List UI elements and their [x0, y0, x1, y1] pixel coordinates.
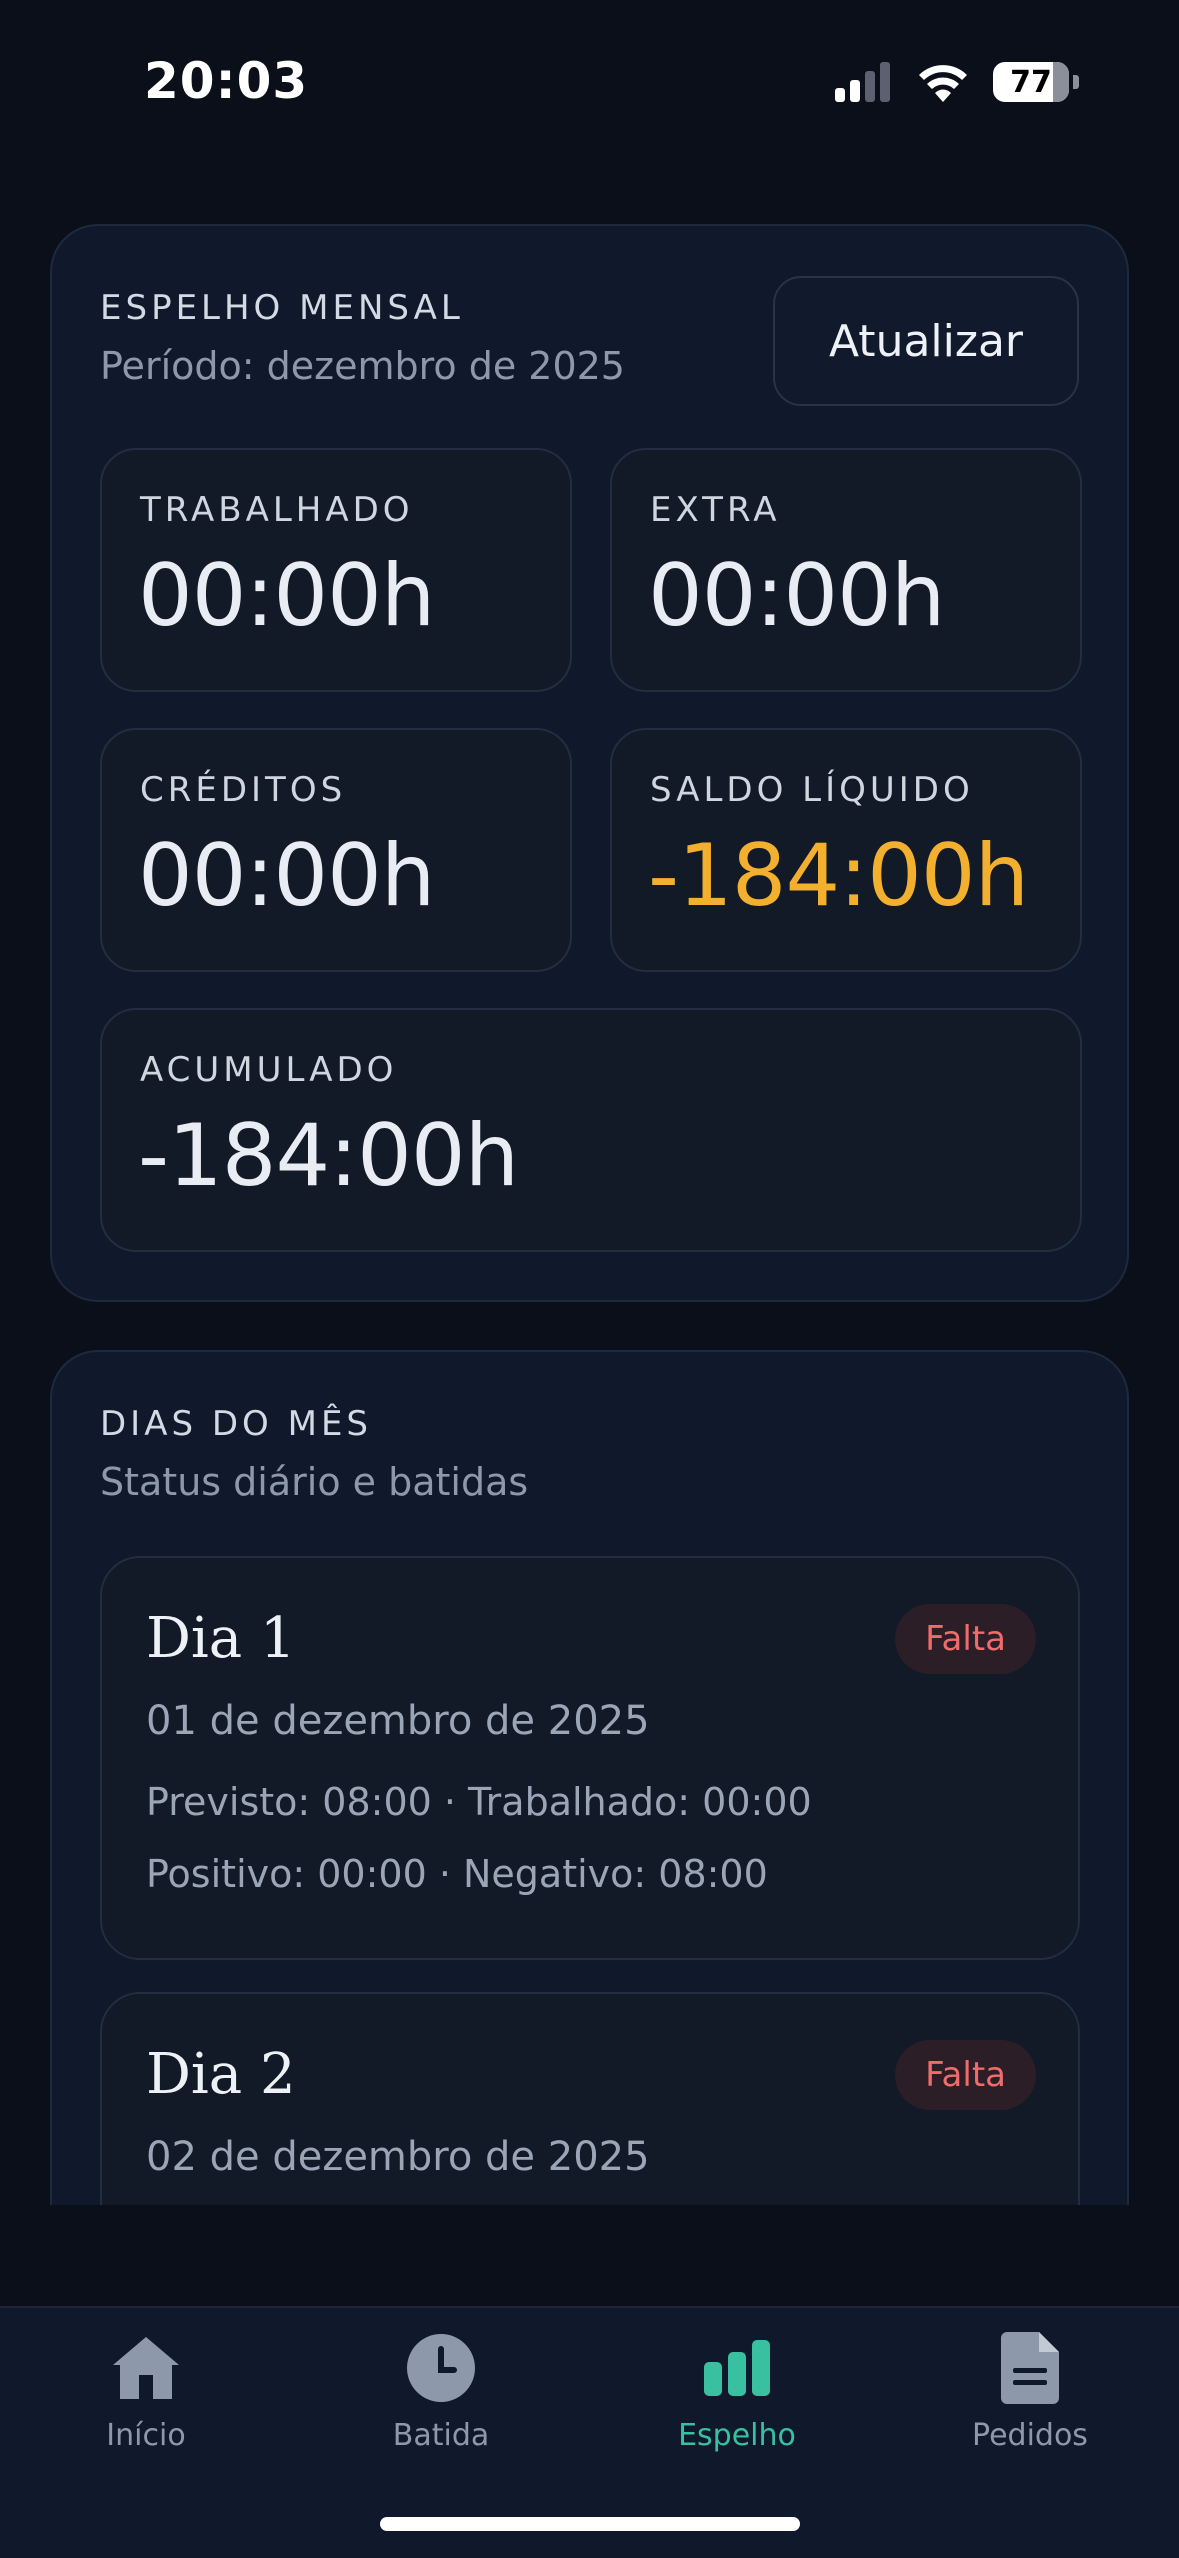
summary-period: Período: dezembro de 2025	[100, 344, 625, 388]
scroll-content[interactable]: ESPELHO MENSAL Período: dezembro de 2025…	[0, 150, 1179, 2205]
stat-label: SALDO LÍQUIDO	[650, 770, 974, 810]
stat-value: -184:00h	[648, 826, 1029, 926]
monthly-summary-card: ESPELHO MENSAL Período: dezembro de 2025…	[50, 224, 1129, 1302]
tab-batida[interactable]: Batida	[331, 2328, 551, 2453]
stat-worked: TRABALHADO 00:00h	[100, 448, 572, 692]
summary-title: ESPELHO MENSAL	[100, 288, 464, 328]
document-icon	[990, 2328, 1070, 2408]
status-icons: 77	[835, 62, 1079, 102]
status-badge: Falta	[895, 2040, 1036, 2110]
stat-label: CRÉDITOS	[140, 770, 347, 810]
refresh-button[interactable]: Atualizar	[773, 276, 1079, 406]
stat-credits: CRÉDITOS 00:00h	[100, 728, 572, 972]
cellular-signal-icon	[835, 62, 890, 102]
tab-label: Pedidos	[972, 2418, 1088, 2453]
status-badge: Falta	[895, 1604, 1036, 1674]
status-bar: 20:03 77	[0, 0, 1179, 150]
home-indicator[interactable]	[380, 2517, 800, 2531]
stat-value: -184:00h	[138, 1106, 519, 1206]
days-section-subtitle: Status diário e batidas	[100, 1460, 529, 1504]
day-date: 01 de dezembro de 2025	[146, 1698, 650, 1744]
stat-net-balance: SALDO LÍQUIDO -184:00h	[610, 728, 1082, 972]
day-card[interactable]: Dia 2 Falta 02 de dezembro de 2025	[100, 1992, 1080, 2205]
day-positive-negative: Positivo: 00:00 · Negativo: 08:00	[146, 1852, 768, 1896]
stat-value: 00:00h	[138, 826, 435, 926]
stat-accumulated: ACUMULADO -184:00h	[100, 1008, 1082, 1252]
tab-pedidos[interactable]: Pedidos	[920, 2328, 1140, 2453]
status-time: 20:03	[144, 52, 309, 110]
stat-extra: EXTRA 00:00h	[610, 448, 1082, 692]
tab-espelho[interactable]: Espelho	[627, 2328, 847, 2453]
stat-label: EXTRA	[650, 490, 781, 530]
day-date: 02 de dezembro de 2025	[146, 2134, 650, 2180]
day-title: Dia 2	[146, 2042, 296, 2107]
days-of-month-card: DIAS DO MÊS Status diário e batidas Dia …	[50, 1350, 1129, 2205]
wifi-icon	[919, 65, 967, 102]
tab-inicio[interactable]: Início	[36, 2328, 256, 2453]
clock-icon	[401, 2328, 481, 2408]
tab-label: Espelho	[678, 2418, 796, 2453]
stat-value: 00:00h	[648, 546, 945, 646]
bar-chart-icon	[697, 2328, 777, 2408]
tab-label: Batida	[392, 2418, 490, 2453]
days-section-title: DIAS DO MÊS	[100, 1404, 373, 1444]
day-card[interactable]: Dia 1 Falta 01 de dezembro de 2025 Previ…	[100, 1556, 1080, 1960]
day-expected-worked: Previsto: 08:00 · Trabalhado: 00:00	[146, 1780, 812, 1824]
day-title: Dia 1	[146, 1606, 296, 1671]
battery-icon: 77	[993, 62, 1069, 102]
home-icon	[106, 2328, 186, 2408]
battery-level: 77	[1010, 64, 1052, 100]
battery-cap	[1073, 75, 1079, 89]
stat-label: ACUMULADO	[140, 1050, 398, 1090]
tab-label: Início	[106, 2418, 186, 2453]
stat-value: 00:00h	[138, 546, 435, 646]
stat-label: TRABALHADO	[140, 490, 414, 530]
